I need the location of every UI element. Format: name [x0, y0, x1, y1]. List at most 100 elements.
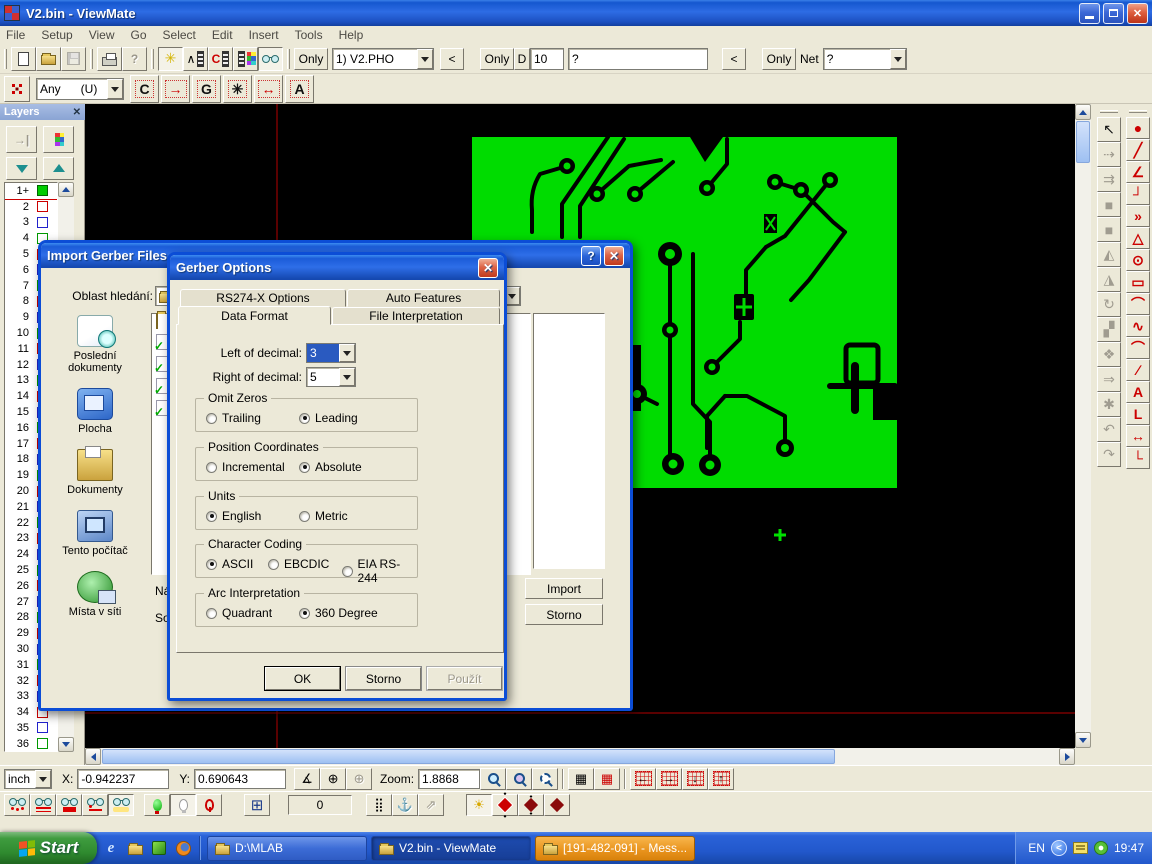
- tools-film-button[interactable]: ∧: [183, 47, 208, 71]
- round-pad-tool[interactable]: ●: [1126, 117, 1150, 139]
- radio-ebcdic[interactable]: [268, 559, 279, 570]
- x-coordinate-field[interactable]: [77, 769, 169, 789]
- settings-gear-tool[interactable]: ✱: [1097, 392, 1121, 417]
- tab-data-format[interactable]: Data Format: [178, 306, 331, 325]
- toolbar-grip[interactable]: [287, 49, 290, 69]
- restore-button[interactable]: [1103, 3, 1124, 24]
- radio-360-degree[interactable]: [299, 608, 310, 619]
- layer-row[interactable]: 2: [5, 199, 57, 215]
- arc-trace-tool[interactable]: ⌒: [1126, 293, 1150, 315]
- layer-scroll-down-button[interactable]: [58, 737, 74, 752]
- open-file-button[interactable]: [36, 47, 61, 71]
- menu-item[interactable]: Select: [163, 28, 196, 42]
- toolbar-grip[interactable]: [1100, 110, 1118, 113]
- zoom-in-button[interactable]: [480, 768, 506, 790]
- radio-absolute[interactable]: [299, 462, 310, 473]
- pan-down-button[interactable]: ↓: [682, 768, 708, 790]
- trace-select-tool[interactable]: ↷: [1097, 442, 1121, 467]
- highlight-on-button[interactable]: [144, 794, 170, 816]
- stretch-arrows-tool[interactable]: ↔: [254, 75, 283, 103]
- toolbar-grip[interactable]: [151, 49, 154, 69]
- place-my-computer[interactable]: Tento počítač: [47, 510, 143, 557]
- menu-item[interactable]: Insert: [249, 28, 279, 42]
- highlight-outline-button[interactable]: [196, 794, 222, 816]
- radio-metric[interactable]: [299, 511, 310, 522]
- scroll-down-button[interactable]: [1075, 732, 1091, 748]
- only-layer-button[interactable]: Only: [294, 48, 328, 70]
- layer-down-button[interactable]: [6, 157, 37, 180]
- only-net-button[interactable]: Only: [762, 48, 796, 70]
- selection-pattern-button[interactable]: [4, 76, 30, 102]
- prev-dcode-button[interactable]: <: [722, 48, 746, 70]
- tray-collapse-button[interactable]: <: [1051, 840, 1067, 856]
- view-all-button[interactable]: [108, 794, 134, 816]
- filled-rect2-tool[interactable]: ■: [1097, 217, 1121, 242]
- radio-incremental[interactable]: [206, 462, 217, 473]
- copy-c-tool[interactable]: C: [130, 75, 159, 103]
- corner-trace-tool[interactable]: ┘: [1126, 183, 1150, 205]
- canvas-hscrollbar[interactable]: [85, 748, 1075, 765]
- combo-dropdown-button[interactable]: [107, 79, 123, 99]
- view-dcodes-button[interactable]: [4, 794, 30, 816]
- left-of-decimal-combo[interactable]: 3: [306, 343, 356, 363]
- tab-rs274x-options[interactable]: RS274-X Options: [180, 289, 346, 307]
- toolbar-grip[interactable]: [1129, 110, 1147, 113]
- tray-icq-icon[interactable]: [1094, 841, 1108, 855]
- place-recent-documents[interactable]: Poslední dokumenty: [47, 315, 143, 374]
- layers-close-icon[interactable]: ✕: [73, 107, 81, 118]
- dialog-help-button[interactable]: ?: [581, 246, 601, 266]
- angle-measure-button[interactable]: ∡: [294, 768, 320, 790]
- quicklaunch-folder-icon[interactable]: [125, 838, 145, 858]
- flash-view-button[interactable]: ✳: [158, 47, 183, 71]
- menu-item[interactable]: File: [6, 28, 25, 42]
- place-desktop[interactable]: Plocha: [47, 388, 143, 435]
- units-combo[interactable]: inch: [4, 769, 52, 789]
- rect-pad-tool[interactable]: ▭: [1126, 271, 1150, 293]
- close-button[interactable]: ✕: [1127, 3, 1148, 24]
- layer-color-swatch[interactable]: [37, 201, 48, 212]
- move-pad-tool[interactable]: ⇢: [1097, 142, 1121, 167]
- vscroll-thumb[interactable]: [1076, 121, 1090, 163]
- new-file-button[interactable]: [11, 47, 36, 71]
- tab-file-interpretation[interactable]: File Interpretation: [332, 307, 500, 325]
- angle-trace-tool[interactable]: ∠: [1126, 161, 1150, 183]
- dcode-filter-input[interactable]: [568, 48, 708, 70]
- view-pads-button[interactable]: [56, 794, 82, 816]
- zoom-select-button[interactable]: [506, 768, 532, 790]
- options-close-button[interactable]: ✕: [478, 258, 498, 278]
- combo-dropdown-button[interactable]: [417, 49, 433, 69]
- move-arrow-tool[interactable]: →: [161, 75, 190, 103]
- only-dcode-button[interactable]: Only: [480, 48, 514, 70]
- pan-left-button[interactable]: ←: [630, 768, 656, 790]
- radio-leading[interactable]: [299, 413, 310, 424]
- combo-dropdown-button[interactable]: [890, 49, 906, 69]
- view-traces-button[interactable]: [30, 794, 56, 816]
- dialog-close-button[interactable]: ✕: [604, 246, 624, 266]
- layer-setup-button[interactable]: [43, 126, 74, 153]
- prev-layer-button[interactable]: <: [440, 48, 464, 70]
- grid-toggle-button[interactable]: ▦: [594, 768, 620, 790]
- menu-item[interactable]: Setup: [41, 28, 72, 42]
- tab-auto-features[interactable]: Auto Features: [347, 289, 500, 307]
- layer-scroll-up-button[interactable]: [58, 182, 74, 197]
- layer-row[interactable]: 35: [5, 720, 57, 736]
- snap-move-button[interactable]: ⇗: [418, 794, 444, 816]
- rotate-shape-tool[interactable]: ↻: [1097, 292, 1121, 317]
- y-coordinate-field[interactable]: [194, 769, 286, 789]
- combo-dropdown-button[interactable]: [339, 344, 355, 362]
- diamond-pad-button[interactable]: [492, 794, 518, 816]
- layer-color-swatch[interactable]: [37, 185, 48, 196]
- tangent-arc-tool[interactable]: ⌒: [1126, 337, 1150, 359]
- layer-color-swatch[interactable]: [37, 217, 48, 228]
- radio-english[interactable]: [206, 511, 217, 522]
- ok-button[interactable]: OK: [265, 667, 340, 690]
- label-tool[interactable]: L: [1126, 403, 1150, 425]
- combo-dropdown-button[interactable]: [339, 368, 355, 386]
- net-filter-combo[interactable]: ?: [823, 48, 907, 70]
- sparkle-mode-button[interactable]: ☀: [466, 794, 492, 816]
- layers-panel-titlebar[interactable]: Layers ✕: [0, 104, 85, 120]
- triangle-pad-tool[interactable]: △: [1126, 227, 1150, 249]
- active-layer-combo[interactable]: 1) V2.PHO: [332, 48, 434, 70]
- selection-mode-combo[interactable]: Any (U): [36, 78, 124, 100]
- text-a-tool[interactable]: A: [285, 75, 314, 103]
